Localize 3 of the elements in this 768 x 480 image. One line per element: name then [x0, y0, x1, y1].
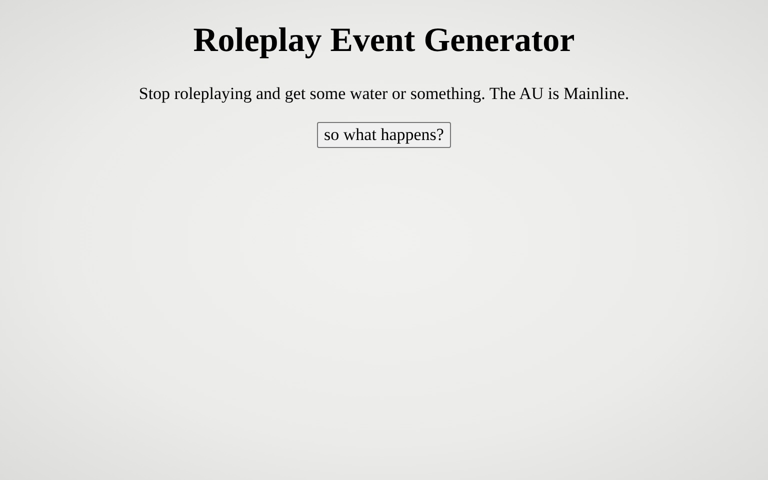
page-title: Roleplay Event Generator — [193, 21, 575, 61]
generate-button[interactable]: so what happens? — [317, 122, 451, 148]
status-message: Stop roleplaying and get some water or something. The AU is Mainline. — [138, 84, 630, 104]
